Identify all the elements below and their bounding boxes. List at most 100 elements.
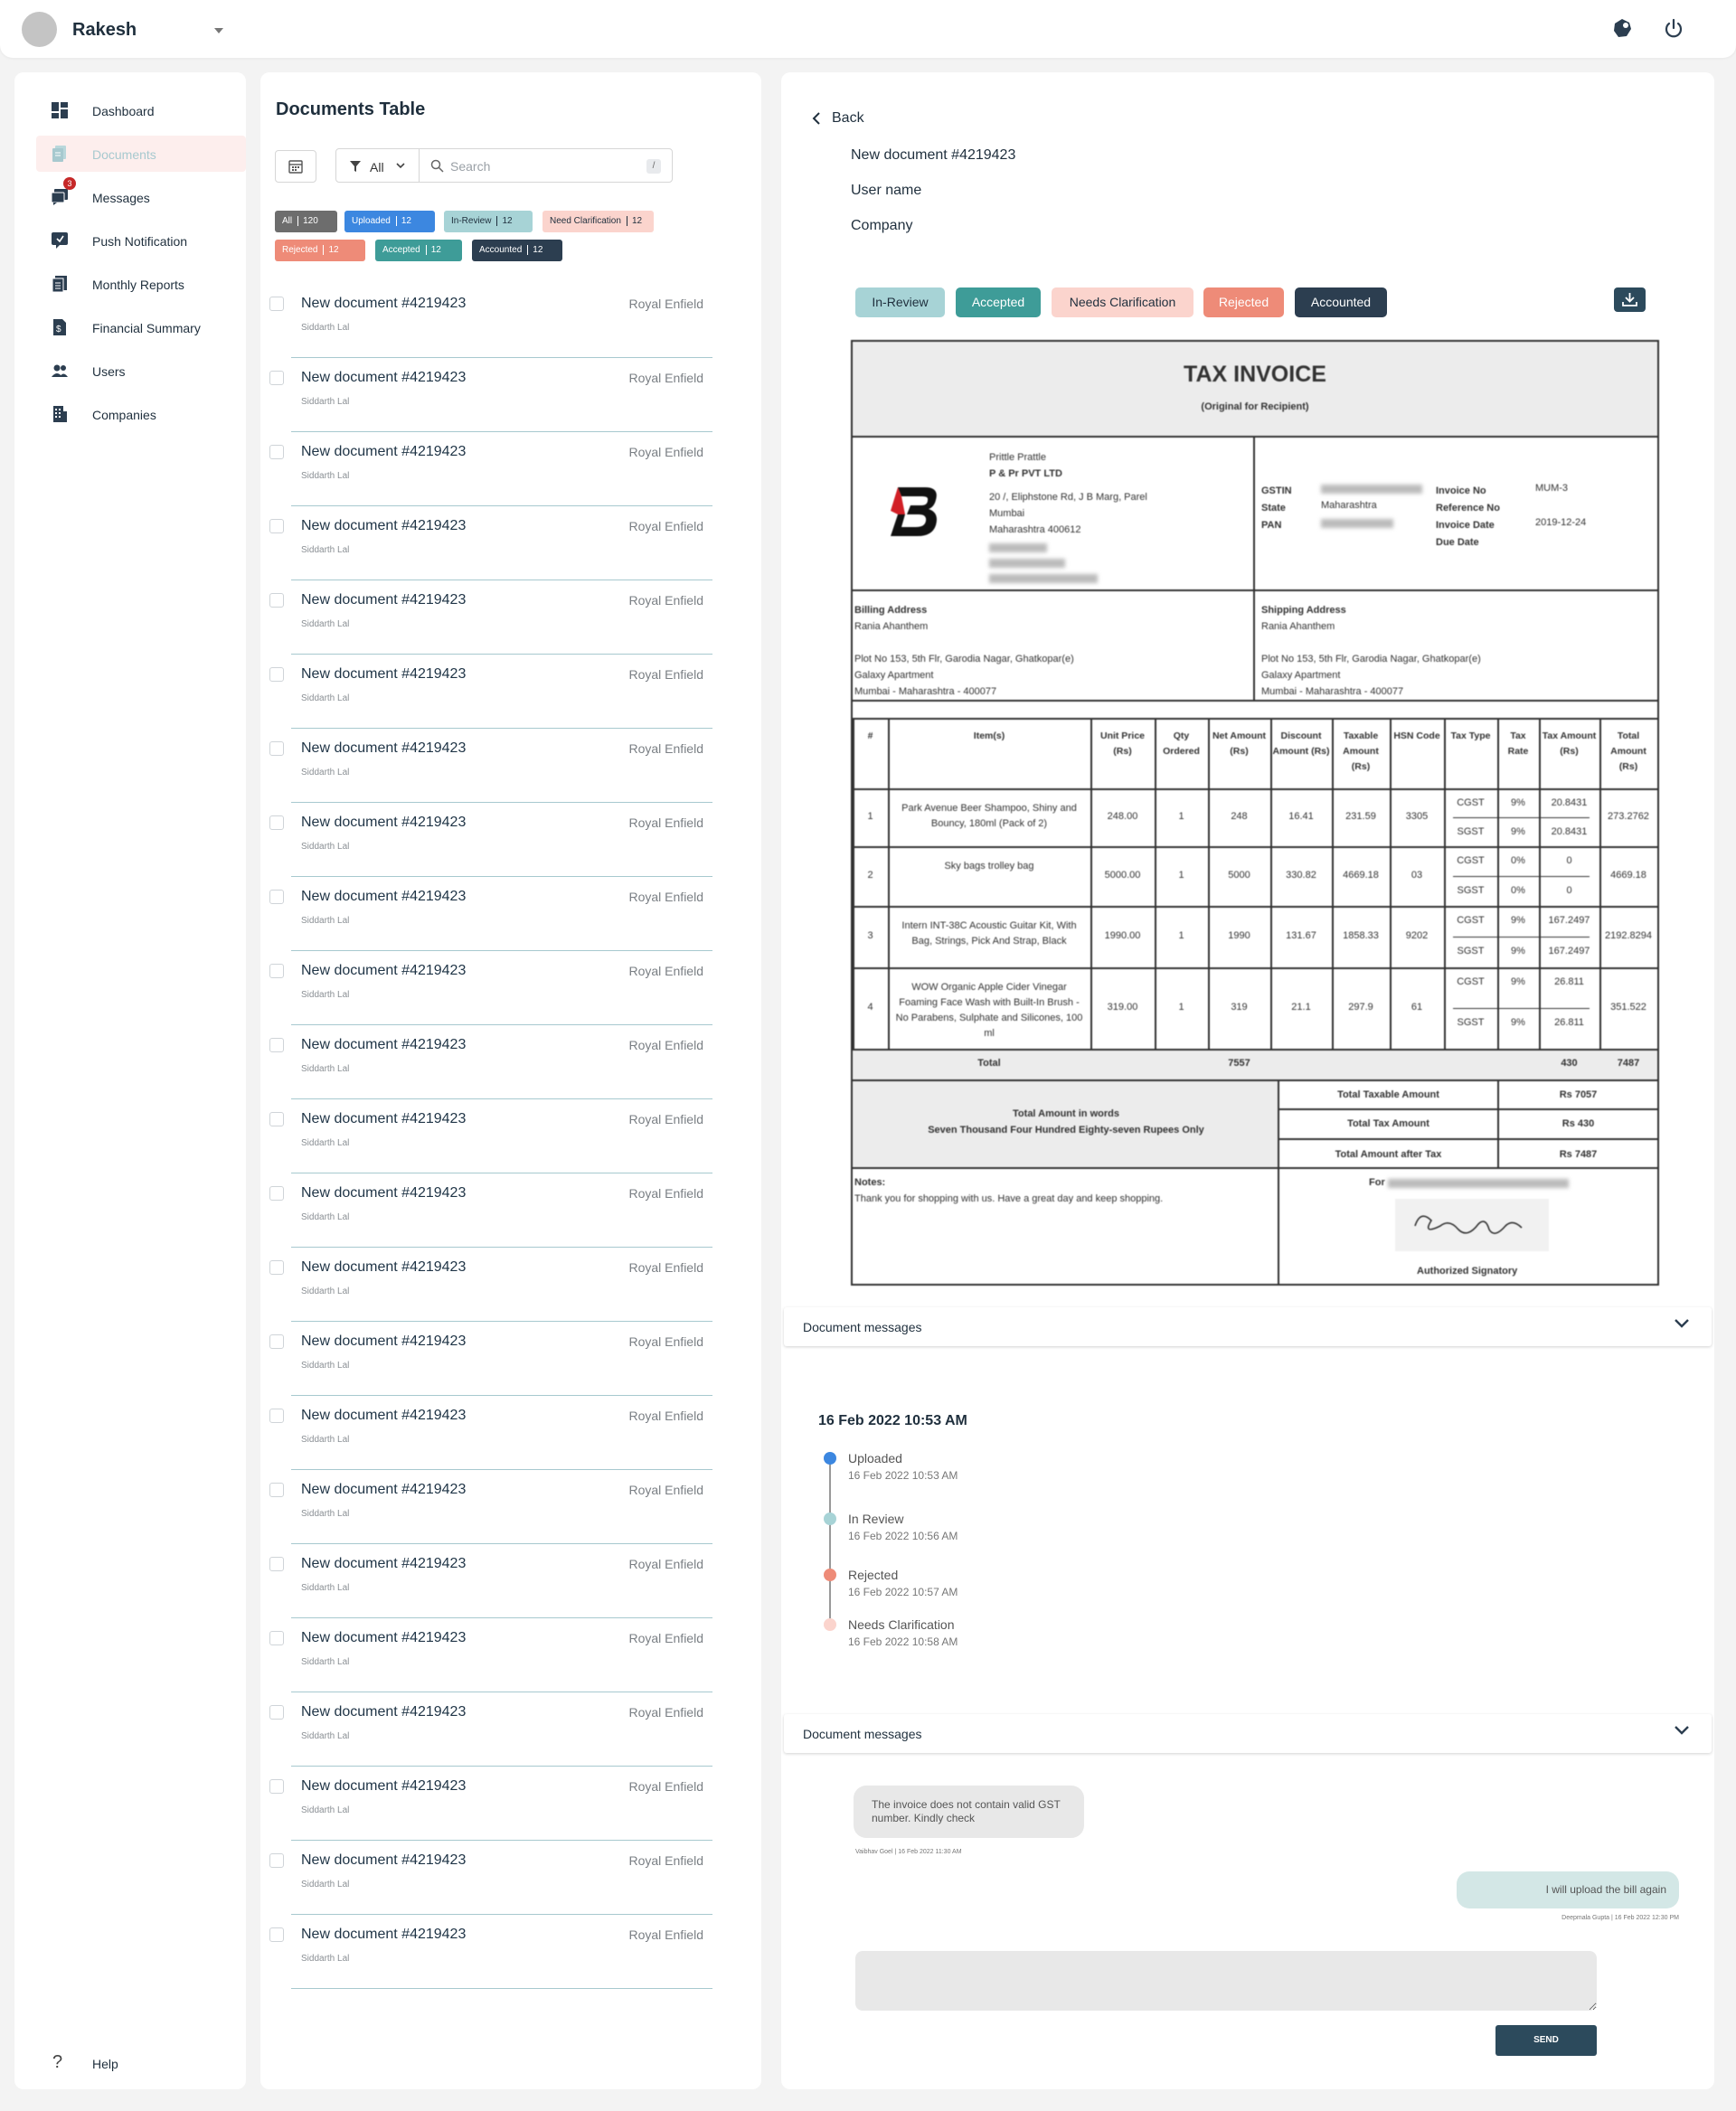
- table-row[interactable]: New document #4219423 Siddarth Lal Royal E…: [268, 1692, 714, 1767]
- download-button[interactable]: [1614, 287, 1646, 312]
- table-row[interactable]: New document #4219423 Siddarth Lal Royal E…: [268, 1618, 714, 1692]
- status-accepted-button[interactable]: Accepted: [956, 287, 1041, 317]
- table-row[interactable]: New document #4219423 Siddarth Lal Royal E…: [268, 655, 714, 729]
- row-checkbox[interactable]: [269, 1334, 284, 1349]
- row-checkbox[interactable]: [269, 1186, 284, 1201]
- sidebar-item-dashboard[interactable]: Dashboard: [36, 92, 246, 128]
- row-checkbox[interactable]: [269, 667, 284, 682]
- message-input[interactable]: [855, 1951, 1597, 2011]
- table-row[interactable]: New document #4219423 Siddarth Lal Royal E…: [268, 580, 714, 655]
- users-icon: [52, 364, 68, 377]
- power-icon[interactable]: [1663, 18, 1684, 40]
- sidebar-item-push-notification[interactable]: Push Notification: [36, 222, 246, 259]
- table-row[interactable]: New document #4219423 Siddarth Lal Royal E…: [268, 432, 714, 506]
- row-checkbox[interactable]: [269, 1038, 284, 1052]
- chip-in-review[interactable]: In-Review 12: [444, 211, 533, 232]
- sidebar-item-companies[interactable]: Companies: [36, 396, 246, 432]
- sidebar-item-users[interactable]: Users: [36, 353, 246, 389]
- table-row[interactable]: New document #4219423 Siddarth Lal Royal E…: [268, 951, 714, 1025]
- table-row[interactable]: New document #4219423 Siddarth Lal Royal E…: [268, 1248, 714, 1322]
- summary-label: Total Taxable Amount: [1337, 1089, 1439, 1100]
- table-row[interactable]: New document #4219423 Siddarth Lal Royal E…: [268, 1544, 714, 1618]
- row-checkbox[interactable]: [269, 519, 284, 533]
- table-row[interactable]: New document #4219423 Siddarth Lal Royal E…: [268, 729, 714, 803]
- row-checkbox[interactable]: [269, 1260, 284, 1275]
- row-checkbox[interactable]: [269, 1779, 284, 1794]
- row-title: New document #4219423: [301, 1111, 467, 1126]
- items-cell: 5000: [1228, 870, 1250, 881]
- timeline-event-title: Uploaded: [848, 1451, 902, 1465]
- row-checkbox[interactable]: [269, 371, 284, 385]
- summary-label: Total Tax Amount: [1347, 1118, 1429, 1129]
- row-checkbox[interactable]: [269, 964, 284, 978]
- document-messages-toggle[interactable]: Document messages: [784, 1307, 1712, 1346]
- chip-need-clarification[interactable]: Need Clarification 12: [542, 211, 654, 232]
- row-checkbox[interactable]: [269, 1853, 284, 1868]
- table-row[interactable]: New document #4219423 Siddarth Lal Royal E…: [268, 803, 714, 877]
- document-user-name: User name: [851, 183, 922, 198]
- help-link[interactable]: ? Help: [36, 2052, 217, 2074]
- row-checkbox[interactable]: [269, 297, 284, 311]
- table-row[interactable]: New document #4219423 Siddarth Lal Royal E…: [268, 1099, 714, 1173]
- status-in-review-button[interactable]: In-Review: [855, 287, 945, 317]
- filter-dropdown[interactable]: All: [335, 148, 420, 183]
- row-checkbox[interactable]: [269, 593, 284, 608]
- chip-uploaded[interactable]: Uploaded 12: [344, 211, 435, 232]
- sidebar-item-messages[interactable]: 3 Messages: [36, 177, 246, 215]
- row-checkbox[interactable]: [269, 741, 284, 756]
- items-total-tax: 430: [1561, 1058, 1578, 1069]
- chevron-down-icon[interactable]: [214, 28, 223, 33]
- status-needs-clarification-button[interactable]: Needs Clarification: [1052, 287, 1194, 317]
- chip-accounted[interactable]: Accounted 12: [472, 240, 562, 261]
- document-messages-toggle-2[interactable]: Document messages: [784, 1714, 1712, 1753]
- calendar-button[interactable]: [275, 150, 316, 183]
- avatar[interactable]: [22, 12, 57, 47]
- table-row[interactable]: New document #4219423 Siddarth Lal Royal E…: [268, 1915, 714, 1989]
- back-button[interactable]: Back: [808, 108, 899, 129]
- sidebar-item-financial-summary[interactable]: $ Financial Summary: [36, 309, 246, 345]
- table-row[interactable]: New document #4219423 Siddarth Lal Royal E…: [268, 358, 714, 432]
- row-checkbox[interactable]: [269, 1112, 284, 1126]
- table-row[interactable]: New document #4219423 Siddarth Lal Royal E…: [268, 1396, 714, 1470]
- table-row[interactable]: New document #4219423 Siddarth Lal Royal E…: [268, 1173, 714, 1248]
- items-cell: 167.2497: [1548, 915, 1590, 926]
- table-row[interactable]: New document #4219423 Siddarth Lal Royal E…: [268, 1767, 714, 1841]
- row-checkbox[interactable]: [269, 1557, 284, 1571]
- row-checkbox[interactable]: [269, 1409, 284, 1423]
- table-row[interactable]: New document #4219423 Siddarth Lal Royal E…: [268, 1470, 714, 1544]
- row-checkbox[interactable]: [269, 1631, 284, 1645]
- table-row[interactable]: New document #4219423 Siddarth Lal Royal E…: [268, 1322, 714, 1396]
- items-cell: 1: [867, 811, 873, 822]
- row-company: Royal Enfield: [628, 297, 704, 311]
- sidebar-item-label: Messages: [92, 191, 150, 205]
- row-user: Siddarth Lal: [301, 1954, 350, 1964]
- row-checkbox[interactable]: [269, 445, 284, 459]
- items-cell: 1: [1178, 930, 1184, 941]
- sidebar-item-monthly-reports[interactable]: Monthly Reports: [36, 266, 246, 302]
- table-row[interactable]: New document #4219423 Siddarth Lal Royal E…: [268, 506, 714, 580]
- search-box[interactable]: /: [419, 148, 673, 183]
- row-user: Siddarth Lal: [301, 990, 350, 1000]
- chip-accepted[interactable]: Accepted 12: [375, 240, 462, 261]
- row-checkbox[interactable]: [269, 1705, 284, 1720]
- table-row[interactable]: New document #4219423 Siddarth Lal Royal E…: [268, 1841, 714, 1915]
- table-row[interactable]: New document #4219423 Siddarth Lal Royal E…: [268, 877, 714, 951]
- status-accounted-button[interactable]: Accounted: [1295, 287, 1387, 317]
- row-checkbox[interactable]: [269, 890, 284, 904]
- row-checkbox[interactable]: [269, 815, 284, 830]
- row-checkbox[interactable]: [269, 1927, 284, 1942]
- chip-rejected[interactable]: Rejected 12: [275, 240, 365, 261]
- table-row[interactable]: New document #4219423 Siddarth Lal Royal E…: [268, 1025, 714, 1099]
- gstin-label: GSTIN: [1261, 485, 1292, 496]
- row-company: Royal Enfield: [628, 1334, 704, 1349]
- row-checkbox[interactable]: [269, 1483, 284, 1497]
- sidebar-item-documents[interactable]: Documents: [36, 136, 246, 172]
- chip-all[interactable]: All 120: [275, 211, 337, 232]
- send-button[interactable]: SEND: [1495, 2025, 1597, 2056]
- table-row[interactable]: New document #4219423 Siddarth Lal Royal E…: [268, 284, 714, 358]
- search-input[interactable]: [450, 156, 631, 176]
- status-rejected-button[interactable]: Rejected: [1203, 287, 1284, 317]
- row-title: New document #4219423: [301, 1927, 467, 1942]
- user-name[interactable]: Rakesh: [72, 20, 137, 41]
- badge-icon[interactable]: [1612, 18, 1632, 38]
